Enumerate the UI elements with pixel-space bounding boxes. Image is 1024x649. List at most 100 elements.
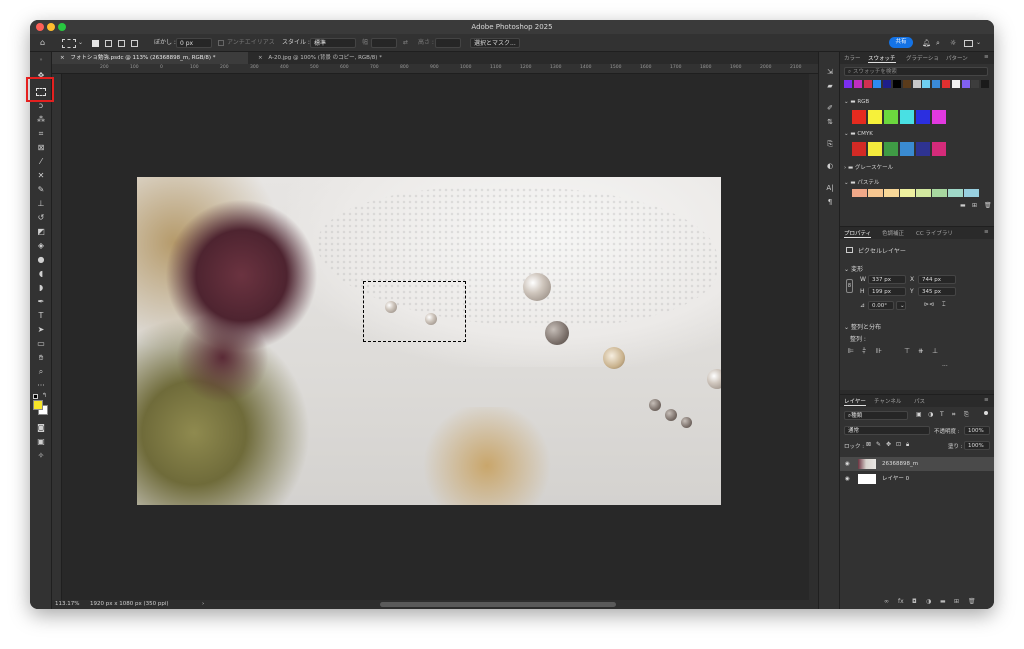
subtract-selection-icon[interactable]	[118, 40, 125, 47]
swatch-group-pastel[interactable]: ⌄ ▬ パステル	[844, 178, 879, 186]
layer-filter-select[interactable]: ⌕種類	[844, 411, 908, 420]
dodge-tool-icon[interactable]: ◖	[34, 268, 48, 280]
panel-menu-icon[interactable]: ≡	[984, 54, 989, 60]
align-right-icon[interactable]: ⊪	[876, 347, 882, 355]
more-tools-icon[interactable]: ···	[34, 380, 48, 392]
frame-tool-icon[interactable]: ⊠	[34, 142, 48, 154]
comments-icon[interactable]: ▰	[824, 82, 836, 92]
y-position-field[interactable]: 345 px	[918, 287, 956, 296]
color-swatch[interactable]	[883, 80, 892, 88]
width-input[interactable]	[371, 38, 397, 48]
clone-stamp-tool-icon[interactable]: ⊥	[34, 198, 48, 210]
vertical-scrollbar[interactable]	[809, 74, 818, 600]
delete-swatch-icon[interactable]: 🗑︎	[984, 202, 992, 209]
minimize-window-button[interactable]	[47, 23, 55, 31]
swatch-group-rgb[interactable]: ⌄ ▬ RGB	[844, 99, 869, 105]
screen-mode-icon[interactable]: ▣	[34, 436, 48, 448]
opacity-field[interactable]: 100%	[964, 426, 990, 435]
brush-settings-icon[interactable]: ✐	[824, 104, 836, 114]
character-icon[interactable]: A|	[824, 184, 836, 194]
color-swatch[interactable]	[916, 142, 930, 156]
color-swatch[interactable]	[900, 142, 914, 156]
selection-marquee[interactable]	[363, 281, 466, 342]
crop-tool-icon[interactable]: ⌗	[34, 128, 48, 140]
color-swatch[interactable]	[948, 189, 963, 197]
panel-menu-icon[interactable]: ≡	[984, 397, 989, 403]
zoom-level[interactable]: 113.17%	[55, 600, 79, 609]
libraries-icon[interactable]: ⎘	[824, 140, 836, 150]
new-folder-icon[interactable]: ▬	[960, 202, 966, 209]
tab-cc-libraries[interactable]: CC ライブラリ	[916, 229, 953, 237]
align-left-icon[interactable]: ⊫	[848, 347, 854, 355]
scrollbar-thumb[interactable]	[380, 602, 616, 607]
filter-type-icon[interactable]: T	[940, 411, 944, 418]
color-swatch[interactable]	[868, 142, 882, 156]
color-swatch[interactable]	[868, 189, 883, 197]
panel-menu-icon[interactable]: ≡	[984, 229, 989, 235]
intersect-selection-icon[interactable]	[131, 40, 138, 47]
feather-input[interactable]: 0 px	[176, 38, 212, 48]
height-input[interactable]	[435, 38, 461, 48]
swap-icon[interactable]: ⇄	[403, 38, 408, 48]
color-swatch[interactable]	[852, 189, 867, 197]
color-swatch[interactable]	[932, 110, 946, 124]
swatch-group-grayscale[interactable]: › ▬ グレースケール	[844, 163, 893, 171]
flip-vertical-icon[interactable]: ⌶	[942, 301, 946, 309]
filter-pixel-icon[interactable]: ▣	[916, 411, 922, 418]
width-field[interactable]: 337 px	[868, 275, 906, 284]
color-swatch[interactable]	[942, 80, 950, 88]
select-and-mask-button[interactable]: 選択とマスク...	[470, 38, 520, 48]
link-icon[interactable]: 8	[846, 279, 853, 293]
color-swatch[interactable]	[863, 80, 872, 88]
style-select[interactable]: 標準	[310, 38, 356, 48]
close-tab-icon[interactable]: ×	[60, 55, 65, 61]
color-swatch[interactable]	[884, 189, 899, 197]
foreground-color-swatch[interactable]	[33, 400, 43, 410]
antialias-checkbox[interactable]	[218, 40, 224, 46]
color-swatch[interactable]	[916, 189, 931, 197]
generative-icon[interactable]: ✧	[34, 450, 48, 462]
lock-position-icon[interactable]: ✥	[886, 441, 891, 448]
tab-channels[interactable]: チャンネル	[874, 397, 901, 405]
more-options[interactable]: ...	[942, 361, 948, 368]
color-swatch[interactable]	[964, 189, 979, 197]
layer-mask-icon[interactable]: ◘	[912, 598, 917, 605]
tab-layers[interactable]: レイヤー	[844, 397, 866, 406]
close-window-button[interactable]	[36, 23, 44, 31]
color-swatch[interactable]	[884, 110, 898, 124]
brush-tool-icon[interactable]: ✎	[34, 184, 48, 196]
hand-tool-icon[interactable]: ✋︎	[34, 352, 48, 364]
color-swatch[interactable]	[873, 80, 882, 88]
transform-section[interactable]: ⌄ 変形	[844, 264, 863, 273]
eyedropper-tool-icon[interactable]: ⁄	[34, 156, 48, 168]
lock-all-icon[interactable]: 🔒︎	[906, 441, 909, 449]
chevron-down-icon[interactable]: ⌄	[78, 38, 83, 48]
layer-row[interactable]: ◉ レイヤー 0	[840, 472, 994, 486]
lock-transparency-icon[interactable]: ⊠	[866, 441, 871, 448]
pen-tool-icon[interactable]: ✒	[34, 296, 48, 308]
tab-gradients[interactable]: グラデーショ	[906, 54, 939, 62]
filter-smart-object-icon[interactable]: ⎘	[964, 411, 969, 419]
visibility-eye-icon[interactable]: ◉	[845, 457, 850, 471]
filter-toggle-icon[interactable]	[984, 411, 988, 415]
swatch-group-cmyk[interactable]: ⌄ ▬ CMYK	[844, 131, 873, 137]
flip-horizontal-icon[interactable]: ⊳⊲	[924, 301, 934, 308]
smudge-tool-icon[interactable]: ◗	[34, 282, 48, 294]
tab-color[interactable]: カラー	[844, 54, 861, 62]
share-button[interactable]: 共有	[889, 37, 913, 48]
new-layer-icon[interactable]: ⊞	[954, 598, 959, 605]
color-swatch[interactable]	[853, 80, 862, 88]
color-swatch[interactable]	[900, 189, 915, 197]
color-swatch[interactable]	[922, 80, 931, 88]
angle-dropdown[interactable]: ⌄	[896, 301, 906, 310]
document-info[interactable]: 1920 px x 1080 px (350 ppi)	[90, 600, 169, 609]
eraser-tool-icon[interactable]: ◩	[34, 226, 48, 238]
quick-mask-icon[interactable]: ◙	[34, 422, 48, 434]
default-colors-icon[interactable]	[33, 394, 38, 399]
color-swatch[interactable]	[900, 110, 914, 124]
history-icon[interactable]: ⇲	[824, 68, 836, 78]
align-top-icon[interactable]: ⊤	[904, 347, 910, 355]
color-swatch[interactable]	[971, 80, 980, 88]
type-tool-icon[interactable]: T	[34, 310, 48, 322]
filter-adjustment-icon[interactable]: ◑	[928, 411, 933, 418]
